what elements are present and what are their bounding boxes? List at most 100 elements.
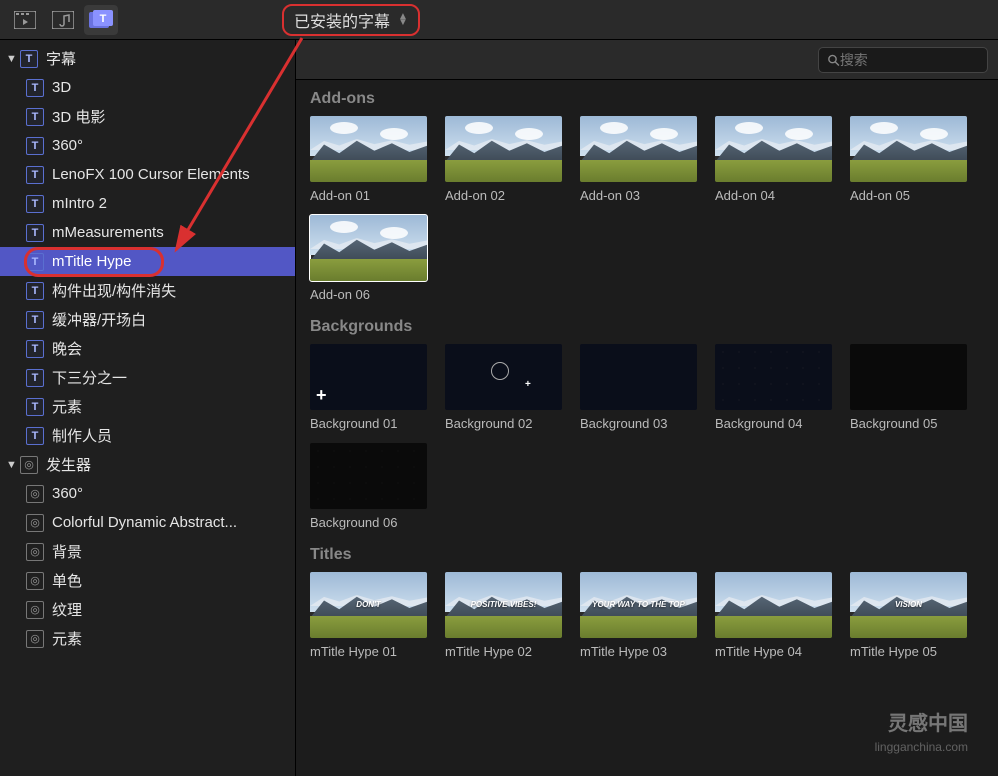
sidebar-item[interactable]: ◎背景	[0, 537, 295, 566]
sidebar-item[interactable]: T晚会	[0, 334, 295, 363]
background-thumb[interactable]: Background 03	[580, 344, 697, 431]
addon-thumb[interactable]: Add-on 05	[850, 116, 967, 203]
thumb-label: mTitle Hype 03	[580, 644, 697, 659]
title-overlay: YOUR WAY TO THE TOP	[580, 572, 697, 638]
sidebar-item[interactable]: T LenoFX 100 Cursor Elements	[0, 160, 295, 189]
sidebar-group-label: 发生器	[46, 454, 91, 475]
content-area: Add-ons Add-on 01 Add-on 02 Add-on 03 Ad…	[296, 40, 998, 776]
title-thumb[interactable]: VISION mTitle Hype 05	[850, 572, 967, 659]
sidebar-item[interactable]: TmMeasurements	[0, 218, 295, 247]
title-item-icon: T	[26, 282, 44, 300]
title-thumb[interactable]: DON'T mTitle Hype 01	[310, 572, 427, 659]
titles-category-icon: T	[20, 50, 38, 68]
disclosure-triangle-icon[interactable]: ▼	[6, 53, 20, 65]
sidebar-item-label: 元素	[52, 396, 82, 417]
sidebar-item[interactable]: T下三分之一	[0, 363, 295, 392]
sidebar-item[interactable]: T 构件出现/构件消失	[0, 276, 295, 305]
section-backgrounds: Backgrounds + Background 01 +Background 0…	[296, 308, 998, 536]
title-overlay: DON'T	[310, 572, 427, 638]
addon-thumb[interactable]: Add-on 03	[580, 116, 697, 203]
section-title: Backgrounds	[310, 318, 984, 336]
sidebar-group-generators[interactable]: ▼◎ 发生器	[0, 450, 295, 479]
thumb-label: Add-on 04	[715, 188, 832, 203]
addon-thumb[interactable]: Add-on 04	[715, 116, 832, 203]
generator-item-icon: ◎	[26, 601, 44, 619]
section-title: Add-ons	[310, 90, 984, 108]
thumb-label: Add-on 01	[310, 188, 427, 203]
sidebar-group-titles[interactable]: ▼T 字幕	[0, 44, 295, 73]
sidebar-item-label: 下三分之一	[52, 367, 127, 388]
addon-thumb[interactable]: Add-on 01	[310, 116, 427, 203]
thumb-label: mTitle Hype 01	[310, 644, 427, 659]
installed-titles-dropdown[interactable]: 已安装的字幕 ▲▼	[282, 4, 420, 36]
search-input[interactable]	[840, 52, 979, 68]
background-thumb[interactable]: Background 04	[715, 344, 832, 431]
sidebar-item[interactable]: T制作人员	[0, 421, 295, 450]
sidebar-item-label: mTitle Hype	[52, 253, 131, 270]
title-item-icon: T	[26, 137, 44, 155]
svg-text:T: T	[100, 13, 107, 25]
media-browser-icon[interactable]	[8, 5, 42, 35]
sidebar-item-label: 缓冲器/开场白	[52, 309, 146, 330]
sidebar-item-label: LenoFX 100 Cursor Elements	[52, 166, 250, 183]
thumb-label: mTitle Hype 02	[445, 644, 562, 659]
thumb-label: Background 05	[850, 416, 967, 431]
sidebar-group-label: 字幕	[46, 48, 76, 69]
thumb-label: Background 03	[580, 416, 697, 431]
background-thumb[interactable]: + Background 01	[310, 344, 427, 431]
sidebar-item-label: 360°	[52, 485, 83, 502]
title-thumb[interactable]: POSITIVE VIBES! mTitle Hype 02	[445, 572, 562, 659]
sidebar-item-label: 背景	[52, 541, 82, 562]
title-overlay: POSITIVE VIBES!	[445, 572, 562, 638]
plus-icon: +	[316, 385, 327, 406]
background-thumb[interactable]: +Background 02	[445, 344, 562, 431]
thumb-label: mTitle Hype 04	[715, 644, 832, 659]
music-browser-icon[interactable]	[46, 5, 80, 35]
title-item-icon: T	[26, 108, 44, 126]
sidebar-item-label: mMeasurements	[52, 224, 164, 241]
title-item-icon: T	[26, 79, 44, 97]
sidebar-item[interactable]: ◎ 纹理	[0, 595, 295, 624]
disclosure-triangle-icon[interactable]: ▼	[6, 459, 20, 471]
chevron-updown-icon: ▲▼	[398, 14, 408, 26]
sidebar-item-label: 3D 电影	[52, 106, 105, 127]
sidebar-item[interactable]: ◎ 元素	[0, 624, 295, 653]
search-field[interactable]	[818, 47, 988, 73]
sidebar-item-label: 晚会	[52, 338, 82, 359]
sidebar-item[interactable]: T3D	[0, 73, 295, 102]
sidebar-item-mtitle-hype[interactable]: TmTitle Hype	[0, 247, 295, 276]
sidebar-item-label: 单色	[52, 570, 82, 591]
sidebar-item-label: 元素	[52, 628, 82, 649]
dropdown-label: 已安装的字幕	[294, 8, 390, 32]
generator-category-icon: ◎	[20, 456, 38, 474]
title-item-icon: T	[26, 195, 44, 213]
sidebar-item[interactable]: T元素	[0, 392, 295, 421]
sidebar-item[interactable]: ◎Colorful Dynamic Abstract...	[0, 508, 295, 537]
background-thumb[interactable]: Background 06	[310, 443, 427, 530]
background-thumb[interactable]: Background 05	[850, 344, 967, 431]
section-titles: Titles DON'TmTitle Hype 01 POSITIVE VIBE…	[296, 536, 998, 665]
addon-thumb-selected[interactable]: Add-on 06	[310, 215, 427, 302]
thumb-label: Add-on 05	[850, 188, 967, 203]
titles-browser-icon[interactable]: T	[84, 5, 118, 35]
thumb-label: Background 01	[310, 416, 427, 431]
title-overlay: VISION	[850, 572, 967, 638]
addon-thumb[interactable]: Add-on 02	[445, 116, 562, 203]
top-toolbar: T 已安装的字幕 ▲▼	[0, 0, 998, 40]
sidebar-item[interactable]: ◎ 360°	[0, 479, 295, 508]
title-thumb[interactable]: YOUR WAY TO THE TOP mTitle Hype 03	[580, 572, 697, 659]
generator-item-icon: ◎	[26, 485, 44, 503]
thumb-label: Add-on 06	[310, 287, 427, 302]
title-item-icon: T	[26, 166, 44, 184]
sidebar-item-label: 纹理	[52, 599, 82, 620]
sidebar-item[interactable]: TmIntro 2	[0, 189, 295, 218]
thumb-label: mTitle Hype 05	[850, 644, 967, 659]
sidebar-item[interactable]: ◎单色	[0, 566, 295, 595]
title-thumb[interactable]: mTitle Hype 04	[715, 572, 832, 659]
sidebar-item[interactable]: T 3D 电影	[0, 102, 295, 131]
generator-item-icon: ◎	[26, 630, 44, 648]
sidebar-item[interactable]: T360°	[0, 131, 295, 160]
sidebar-item[interactable]: T缓冲器/开场白	[0, 305, 295, 334]
sidebar-item-label: 构件出现/构件消失	[52, 280, 176, 301]
sidebar-item-label: Colorful Dynamic Abstract...	[52, 514, 237, 531]
